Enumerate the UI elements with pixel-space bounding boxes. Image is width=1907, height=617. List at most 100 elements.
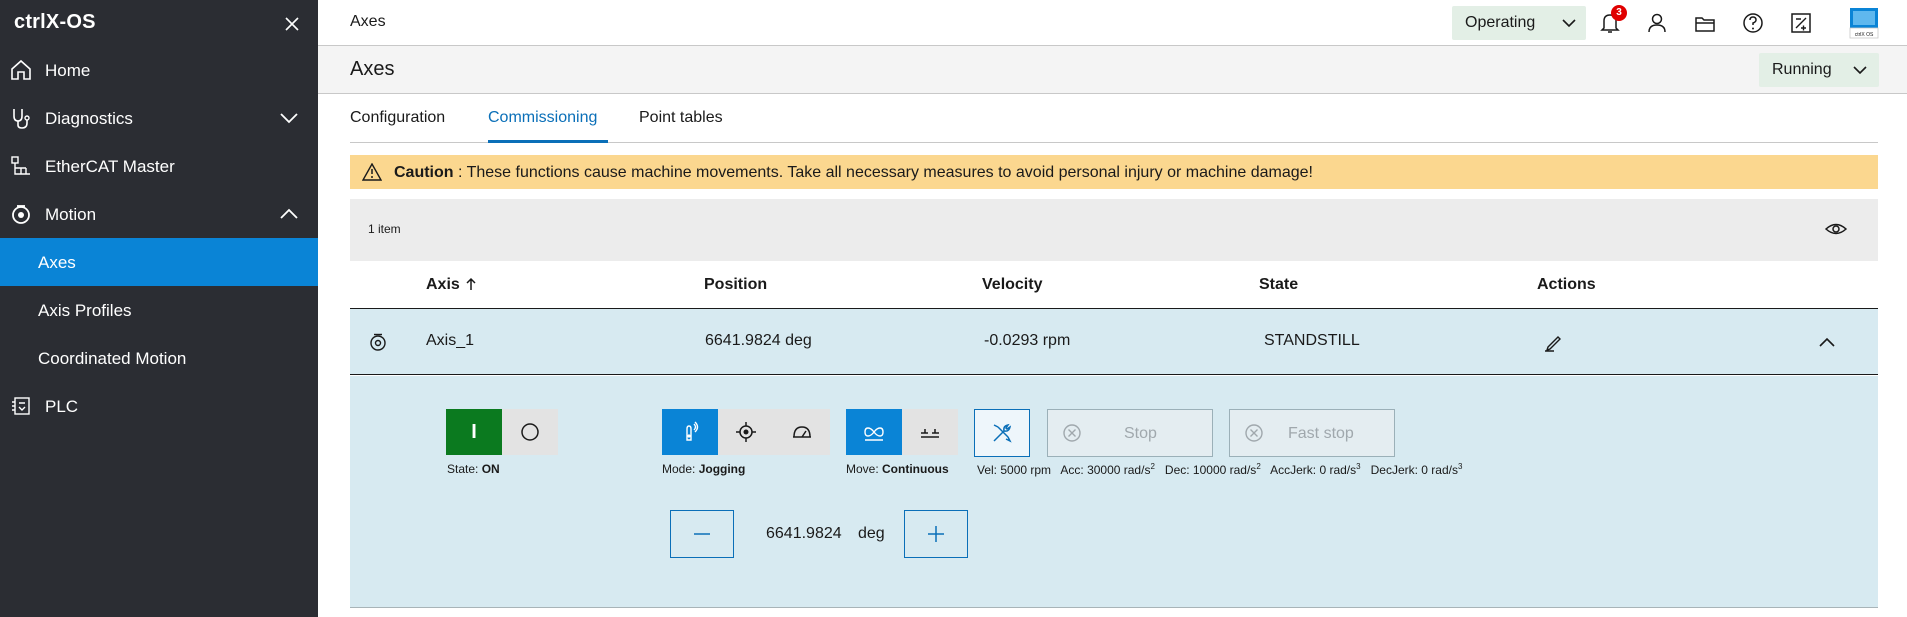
eye-icon[interactable] <box>1824 219 1848 239</box>
jog-plus-button[interactable] <box>904 510 968 558</box>
mode-value: Jogging <box>698 462 746 476</box>
column-header-position: Position <box>704 276 768 293</box>
table-row[interactable]: Axis_1 6641.9824 deg -0.0293 rpm STANDST… <box>350 309 1878 375</box>
tab-bar: Configuration Commissioning Point tables <box>350 94 1878 143</box>
mode-velocity-button[interactable] <box>774 409 830 455</box>
caution-message: : These functions cause machine movement… <box>453 164 1313 181</box>
param-dec-exponent: 2 <box>1256 462 1261 471</box>
app-window: ctrlX-OS Home Diagnostics EtherCAT Maste… <box>0 0 1907 617</box>
sidebar-header: ctrlX-OS <box>0 0 318 48</box>
state-caption-label: State: <box>447 462 482 476</box>
power-on-button[interactable]: I <box>446 409 502 455</box>
cell-position: 6641.9824 deg <box>705 332 812 349</box>
settings-tools-button[interactable] <box>974 409 1030 457</box>
param-decjerk-exponent: 3 <box>1457 462 1463 471</box>
table-header: Axis Position Velocity State Actions <box>350 261 1878 309</box>
running-state-label: Running <box>1772 61 1832 78</box>
brand-logo[interactable]: ctrlX OS <box>1848 6 1880 40</box>
sidebar-item-label: Home <box>45 61 91 80</box>
motion-icon <box>12 205 30 224</box>
running-state-dropdown[interactable]: Running <box>1759 53 1879 87</box>
param-accjerk: AccJerk: 0 rad/s <box>1270 463 1357 477</box>
app-logo: ctrlX-OS <box>14 11 96 33</box>
cell-state: STANDSTILL <box>1264 332 1360 349</box>
page-title: Axes <box>350 58 395 80</box>
jog-icon <box>686 421 699 441</box>
sidebar-item-axes[interactable]: Axes <box>0 238 318 286</box>
param-accjerk-exponent: 3 <box>1356 462 1361 471</box>
param-vel: Vel: 5000 rpm <box>977 463 1052 477</box>
operating-mode-label: Operating <box>1465 14 1536 31</box>
close-icon[interactable] <box>281 13 303 35</box>
power-on-label: I <box>471 420 477 443</box>
power-toggle: I <box>446 409 558 455</box>
notification-badge: 3 <box>1611 5 1627 21</box>
minus-icon <box>694 533 710 535</box>
sidebar-item-label: Axis Profiles <box>38 301 132 320</box>
column-header-state: State <box>1259 276 1299 293</box>
caution-text: Caution : These functions cause machine … <box>394 164 1313 182</box>
sidebar-item-label: Motion <box>45 205 97 224</box>
sidebar-item-coordinated-motion[interactable]: Coordinated Motion <box>0 334 318 382</box>
chevron-down-icon[interactable] <box>278 107 300 129</box>
caution-banner: Caution : These functions cause machine … <box>350 155 1878 189</box>
sidebar-item-diagnostics[interactable]: Diagnostics <box>0 94 318 142</box>
param-dec: Dec: 10000 rad/s <box>1164 463 1257 477</box>
sidebar-item-motion[interactable]: Motion <box>0 190 318 238</box>
scale-icon[interactable] <box>1788 10 1814 36</box>
step-icon <box>921 429 939 438</box>
power-off-button[interactable] <box>502 409 558 455</box>
sidebar-item-ethercat-master[interactable]: EtherCAT Master <box>0 142 318 190</box>
mode-jogging-button[interactable] <box>662 409 718 455</box>
column-header-velocity: Velocity <box>982 276 1043 293</box>
stop-button[interactable]: Stop <box>1047 409 1213 457</box>
move-selector <box>846 409 958 455</box>
network-icon <box>11 156 30 175</box>
target-icon <box>736 422 756 442</box>
move-caption-label: Move: <box>846 462 883 476</box>
motion-parameters: Vel: 5000 rpm Acc: 30000 rad/s2 Dec: 100… <box>977 462 1462 477</box>
sidebar-item-home[interactable]: Home <box>0 46 318 94</box>
user-icon[interactable] <box>1644 10 1670 36</box>
chevron-up-icon[interactable] <box>278 203 300 225</box>
jog-minus-button[interactable] <box>670 510 734 558</box>
commissioning-panel: I State: ON Mode: Jogging Move: Continuo… <box>350 376 1878 608</box>
edit-icon[interactable] <box>1542 331 1564 353</box>
sidebar: ctrlX-OS Home Diagnostics EtherCAT Maste… <box>0 0 318 617</box>
brand-logo-text: ctrlX OS <box>1855 32 1874 38</box>
axis-icon <box>370 333 386 351</box>
param-acc: Acc: 30000 rad/s <box>1060 463 1151 477</box>
power-off-icon <box>521 423 539 441</box>
fast-stop-button[interactable]: Fast stop <box>1229 409 1395 457</box>
mode-position-button[interactable] <box>718 409 774 455</box>
speedometer-icon <box>793 426 811 438</box>
home-icon <box>11 59 31 80</box>
param-decjerk: DecJerk: 0 rad/s <box>1370 463 1458 477</box>
infinity-icon <box>864 427 884 441</box>
help-icon[interactable] <box>1740 10 1766 36</box>
sidebar-item-label: Coordinated Motion <box>38 349 187 368</box>
tab-point-tables[interactable]: Point tables <box>639 109 723 127</box>
sidebar-item-label: Diagnostics <box>45 109 133 128</box>
chevron-down-icon <box>1853 66 1867 75</box>
fast-stop-label: Fast stop <box>1288 425 1354 442</box>
column-header-axis[interactable]: Axis <box>426 276 460 294</box>
tab-configuration[interactable]: Configuration <box>350 109 445 127</box>
top-bar-title: Axes <box>350 13 386 30</box>
plc-icon <box>12 397 30 415</box>
tab-commissioning[interactable]: Commissioning <box>488 109 597 127</box>
sort-ascending-icon[interactable] <box>465 276 477 292</box>
sidebar-item-axis-profiles[interactable]: Axis Profiles <box>0 286 318 334</box>
chevron-down-icon <box>1562 19 1576 28</box>
move-step-button[interactable] <box>902 409 958 455</box>
chevron-up-icon[interactable] <box>1816 331 1838 353</box>
table-toolbar: 1 item <box>350 199 1878 261</box>
sidebar-item-plc[interactable]: PLC <box>0 382 318 430</box>
folder-icon[interactable] <box>1692 10 1718 36</box>
operating-mode-dropdown[interactable]: Operating <box>1452 6 1586 40</box>
mode-caption-label: Mode: <box>662 462 699 476</box>
move-continuous-button[interactable] <box>846 409 902 455</box>
jog-position-unit: deg <box>858 525 885 542</box>
param-acc-exponent: 2 <box>1150 462 1155 471</box>
top-bar: Axes Operating 3 ctrlX OS <box>318 0 1907 46</box>
